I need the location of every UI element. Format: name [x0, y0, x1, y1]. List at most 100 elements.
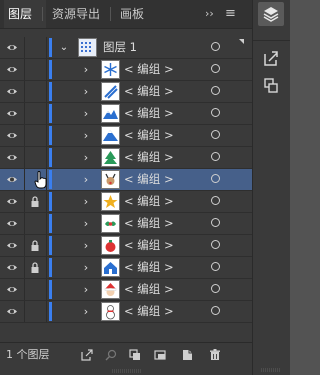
- chevron-right-icon[interactable]: ›: [80, 301, 92, 322]
- sublayer-row[interactable]: › < 编组 >: [0, 301, 252, 323]
- visibility-toggle[interactable]: [0, 279, 24, 300]
- layer-count: 1 个图层: [6, 348, 50, 361]
- visibility-toggle[interactable]: [0, 213, 24, 234]
- sublayer-row[interactable]: › < 编组 >: [0, 169, 252, 191]
- chevron-right-icon[interactable]: ›: [80, 59, 92, 80]
- chevron-right-icon[interactable]: ›: [80, 125, 92, 146]
- trash-icon[interactable]: [208, 348, 222, 362]
- tab-asset-export[interactable]: 资源导出: [48, 0, 114, 28]
- artboards-icon: [264, 78, 278, 93]
- snowman-icon: [101, 302, 120, 321]
- tab-layers[interactable]: 图层: [4, 0, 46, 28]
- sublayer-name[interactable]: < 编组 >: [124, 257, 174, 278]
- visibility-toggle[interactable]: [0, 125, 24, 146]
- chevron-right-icon[interactable]: ›: [80, 169, 92, 190]
- sublayer-row[interactable]: › < 编组 >: [0, 191, 252, 213]
- lock-toggle[interactable]: [25, 37, 45, 58]
- layer-color-bar: [49, 258, 52, 277]
- target-circle-icon[interactable]: [211, 218, 220, 227]
- chevron-right-icon[interactable]: ›: [80, 235, 92, 256]
- lock-toggle[interactable]: [25, 59, 45, 80]
- visibility-toggle[interactable]: [0, 235, 24, 256]
- chevron-right-icon[interactable]: ›: [80, 257, 92, 278]
- sublayer-name[interactable]: < 编组 >: [124, 169, 174, 190]
- export-icon[interactable]: [80, 348, 94, 362]
- lock-toggle[interactable]: [25, 147, 45, 168]
- sublayer-row[interactable]: › < 编组 >: [0, 59, 252, 81]
- visibility-toggle[interactable]: [0, 103, 24, 124]
- visibility-toggle[interactable]: [0, 37, 24, 58]
- visibility-toggle[interactable]: [0, 169, 24, 190]
- visibility-toggle[interactable]: [0, 147, 24, 168]
- column-divider: [46, 103, 47, 124]
- sublayer-row[interactable]: › < 编组 >: [0, 279, 252, 301]
- target-circle-icon[interactable]: [211, 108, 220, 117]
- lock-toggle[interactable]: [25, 301, 45, 322]
- visibility-toggle[interactable]: [0, 59, 24, 80]
- sublayer-row[interactable]: › < 编组 >: [0, 81, 252, 103]
- visibility-toggle[interactable]: [0, 81, 24, 102]
- target-circle-icon[interactable]: [211, 306, 220, 315]
- lock-toggle[interactable]: [25, 103, 45, 124]
- sublayer-name[interactable]: < 编组 >: [124, 81, 174, 102]
- lock-toggle[interactable]: [25, 191, 45, 212]
- target-circle-icon[interactable]: [211, 64, 220, 73]
- target-circle-icon[interactable]: [211, 284, 220, 293]
- lock-toggle[interactable]: [25, 257, 45, 278]
- sublayer-name[interactable]: < 编组 >: [124, 235, 174, 256]
- visibility-toggle[interactable]: [0, 191, 24, 212]
- sublayer-row[interactable]: › < 编组 >: [0, 103, 252, 125]
- layer-color-bar: [49, 38, 52, 57]
- sublayer-name[interactable]: < 编组 >: [124, 59, 174, 80]
- target-circle-icon[interactable]: [211, 42, 220, 51]
- target-circle-icon[interactable]: [211, 152, 220, 161]
- target-circle-icon[interactable]: [211, 262, 220, 271]
- asset-export-panel-button[interactable]: [258, 46, 284, 70]
- sublayer-name[interactable]: < 编组 >: [124, 103, 174, 124]
- sublayer-name[interactable]: < 编组 >: [124, 147, 174, 168]
- collapse-chevron-icon[interactable]: ››: [205, 0, 214, 28]
- new-sublayer-icon[interactable]: [153, 348, 167, 362]
- resize-grip-icon[interactable]: [261, 368, 281, 372]
- chevron-right-icon[interactable]: ›: [80, 147, 92, 168]
- layer-name[interactable]: 图层 1: [103, 37, 137, 58]
- visibility-toggle[interactable]: [0, 257, 24, 278]
- target-circle-icon[interactable]: [211, 240, 220, 249]
- resize-grip-icon[interactable]: [112, 369, 142, 373]
- chevron-right-icon[interactable]: ›: [80, 279, 92, 300]
- lock-toggle[interactable]: [25, 235, 45, 256]
- sublayer-name[interactable]: < 编组 >: [124, 125, 174, 146]
- sublayer-row[interactable]: › < 编组 >: [0, 257, 252, 279]
- lock-toggle[interactable]: [25, 81, 45, 102]
- chevron-right-icon[interactable]: ›: [80, 103, 92, 124]
- target-circle-icon[interactable]: [211, 196, 220, 205]
- target-circle-icon[interactable]: [211, 130, 220, 139]
- sublayer-row[interactable]: › < 编组 >: [0, 235, 252, 257]
- lock-toggle[interactable]: [25, 125, 45, 146]
- sublayer-name[interactable]: < 编组 >: [124, 279, 174, 300]
- target-circle-icon[interactable]: [211, 86, 220, 95]
- new-layer-icon[interactable]: [180, 348, 194, 362]
- chevron-right-icon[interactable]: ›: [80, 191, 92, 212]
- layer-color-bar: [49, 82, 52, 101]
- lock-toggle[interactable]: [25, 279, 45, 300]
- sublayer-row[interactable]: › < 编组 >: [0, 147, 252, 169]
- visibility-toggle[interactable]: [0, 301, 24, 322]
- target-circle-icon[interactable]: [211, 174, 220, 183]
- sublayer-name[interactable]: < 编组 >: [124, 213, 174, 234]
- sublayer-row[interactable]: › < 编组 >: [0, 213, 252, 235]
- chevron-right-icon[interactable]: ›: [80, 81, 92, 102]
- clipping-mask-icon[interactable]: [128, 348, 142, 362]
- sublayer-row[interactable]: › < 编组 >: [0, 125, 252, 147]
- panel-menu-icon[interactable]: ≡: [225, 0, 236, 28]
- sublayer-name[interactable]: < 编组 >: [124, 301, 174, 322]
- chevron-right-icon[interactable]: ›: [80, 213, 92, 234]
- lock-toggle[interactable]: [25, 213, 45, 234]
- sublayer-name[interactable]: < 编组 >: [124, 191, 174, 212]
- search-icon[interactable]: [104, 348, 118, 362]
- artboards-panel-button[interactable]: [258, 74, 284, 98]
- layer-row-1[interactable]: ⌄ 图层 1: [0, 37, 252, 59]
- tab-artboards[interactable]: 画板: [116, 0, 154, 28]
- chevron-down-icon[interactable]: ⌄: [58, 37, 70, 58]
- layers-panel-button[interactable]: [258, 2, 284, 26]
